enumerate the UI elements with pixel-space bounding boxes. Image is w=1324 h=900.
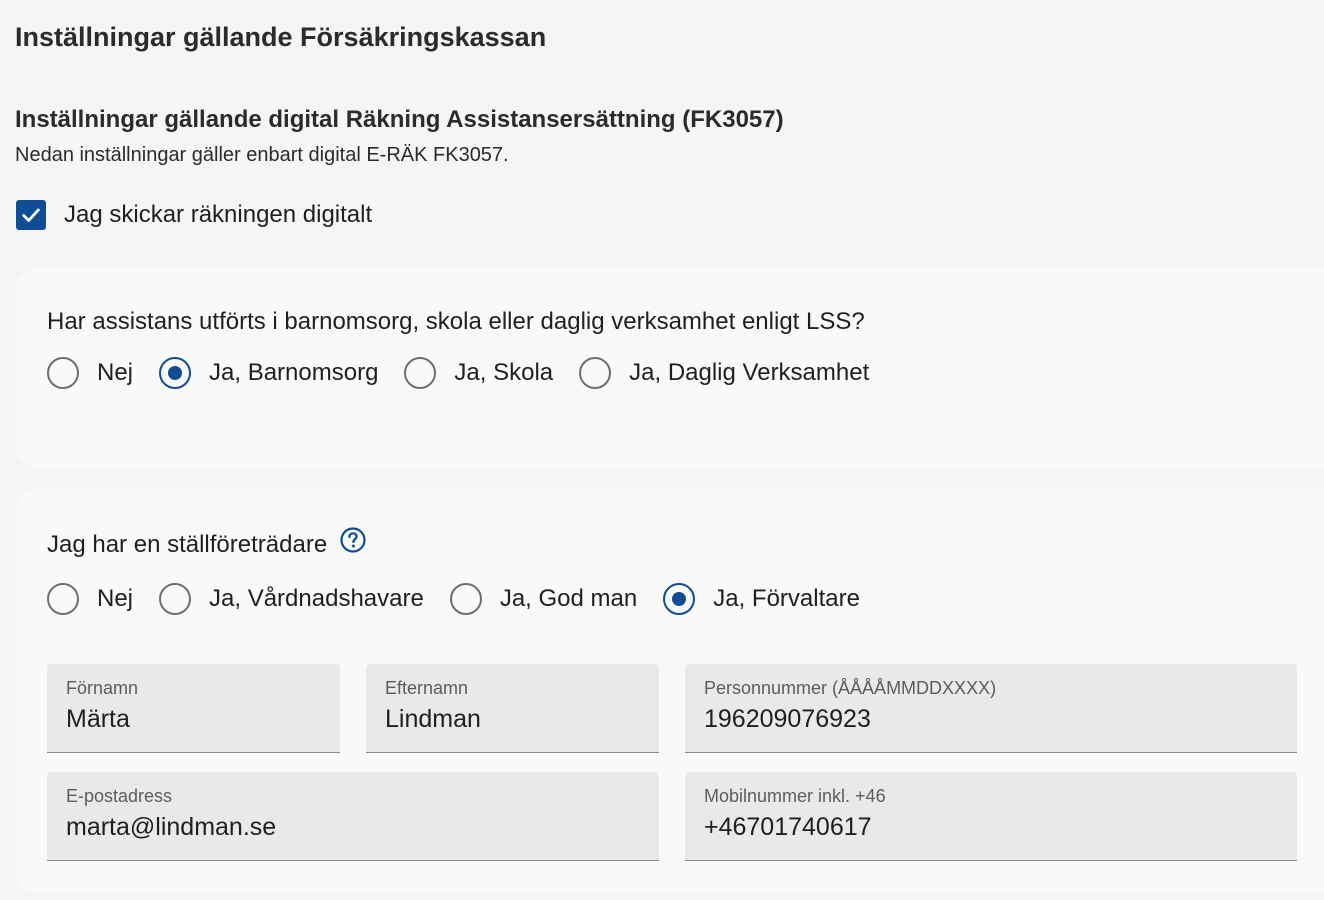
last-name-field[interactable]: Efternamn [366, 664, 659, 753]
radio-label: Nej [97, 585, 134, 612]
representative-option-forvaltare[interactable]: Ja, Förvaltare [663, 583, 860, 615]
radio-label: Ja, Skola [454, 359, 554, 386]
first-name-field[interactable]: Förnamn [47, 664, 340, 753]
last-name-input[interactable] [385, 705, 640, 734]
help-circle-icon[interactable] [339, 526, 367, 554]
section-title: Inställningar gällande digital Räkning A… [15, 106, 784, 133]
mobile-input[interactable] [704, 813, 1278, 842]
radio-label: Ja, Vårdnadshavare [209, 585, 424, 612]
assistance-question: Har assistans utförts i barnomsorg, skol… [47, 308, 865, 335]
representative-question-label: Jag har en ställföreträdare [47, 531, 328, 558]
representative-question: Jag har en ställföreträdare [47, 527, 367, 559]
settings-page: Inställningar gällande Försäkringskassan… [0, 0, 1324, 900]
radio-button[interactable] [47, 357, 79, 389]
representative-option-vardnadshavare[interactable]: Ja, Vårdnadshavare [159, 583, 424, 615]
assistance-option-daglig-verksamhet[interactable]: Ja, Daglig Verksamhet [579, 357, 869, 389]
first-name-label: Förnamn [66, 678, 139, 698]
email-field[interactable]: E-postadress [47, 772, 659, 861]
radio-button-selected[interactable] [159, 357, 192, 389]
radio-button-selected[interactable] [663, 583, 696, 615]
assistance-option-nej[interactable]: Nej [47, 357, 133, 389]
radio-label: Ja, Daglig Verksamhet [629, 359, 870, 386]
representative-card: Jag har en ställföreträdare Nej Ja, Vård… [15, 488, 1324, 894]
checkbox-checked[interactable] [16, 200, 46, 230]
radio-button[interactable] [47, 583, 79, 615]
section-subtitle: Nedan inställningar gäller enbart digita… [15, 144, 509, 166]
radio-button[interactable] [449, 583, 482, 615]
digital-invoice-label: Jag skickar räkningen digitalt [64, 201, 373, 228]
last-name-label: Efternamn [385, 678, 469, 698]
email-label: E-postadress [66, 786, 173, 806]
first-name-input[interactable] [66, 705, 321, 734]
page-title: Inställningar gällande Försäkringskassan [15, 22, 547, 52]
radio-button[interactable] [404, 357, 437, 389]
checkmark-icon [22, 208, 40, 222]
representative-option-nej[interactable]: Nej [47, 583, 133, 615]
personal-number-field[interactable]: Personnummer (ÅÅÅÅMMDDXXXX) [685, 664, 1297, 753]
assistance-option-skola[interactable]: Ja, Skola [404, 357, 553, 389]
assistance-option-barnomsorg[interactable]: Ja, Barnomsorg [159, 357, 378, 389]
radio-label: Ja, Förvaltare [713, 585, 860, 612]
mobile-field[interactable]: Mobilnummer inkl. +46 [685, 772, 1297, 861]
mobile-label: Mobilnummer inkl. +46 [704, 786, 886, 806]
assistance-radio-group: Nej Ja, Barnomsorg Ja, Skola Ja, Daglig … [47, 357, 895, 389]
radio-button[interactable] [159, 583, 192, 615]
radio-label: Ja, Barnomsorg [209, 359, 379, 386]
email-input[interactable] [66, 813, 640, 842]
digital-invoice-checkbox[interactable]: Jag skickar räkningen digitalt [16, 200, 372, 230]
personal-number-input[interactable] [704, 705, 1278, 734]
representative-option-god-man[interactable]: Ja, God man [449, 583, 638, 615]
assistance-card: Har assistans utförts i barnomsorg, skol… [15, 268, 1324, 468]
radio-label: Nej [97, 359, 134, 386]
radio-button[interactable] [579, 357, 612, 389]
personal-number-label: Personnummer (ÅÅÅÅMMDDXXXX) [704, 678, 997, 698]
radio-label: Ja, God man [499, 585, 638, 612]
representative-radio-group: Nej Ja, Vårdnadshavare Ja, God man Ja, F… [47, 583, 886, 615]
